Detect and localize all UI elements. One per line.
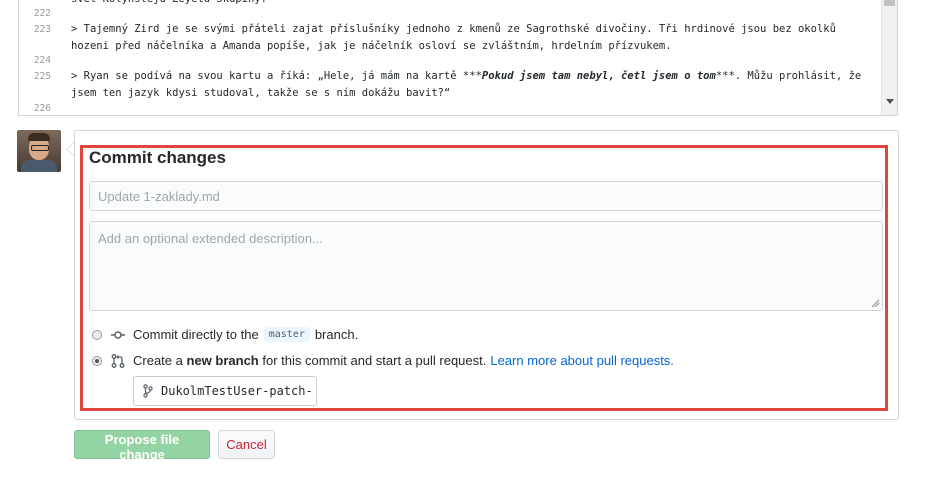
file-editor[interactable]: svět Kolynstejú Zeyelú Skupiny. 222 223 …: [18, 0, 898, 116]
propose-file-change-button[interactable]: Propose file change: [74, 430, 210, 462]
box-caret-inner: [67, 143, 74, 155]
avatar-hair: [28, 133, 50, 141]
line-text: svět Kolynstejú Zeyelú Skupiny.: [71, 0, 871, 8]
avatar-glasses: [31, 145, 49, 151]
avatar-shirt: [21, 160, 57, 172]
editor-scrollbar[interactable]: [881, 0, 897, 115]
cancel-button[interactable]: Cancel: [218, 430, 275, 459]
avatar[interactable]: [17, 130, 61, 172]
line-text-emphasis: Pokud jsem tam nebyl, četl jsem o tom: [481, 70, 716, 82]
line-number: 225: [33, 71, 51, 82]
line-text: > Tajemný Zird je se svými přáteli zajat…: [71, 23, 843, 52]
line-number: 224: [33, 55, 51, 66]
line-text: > Ryan se podívá na svou kartu a říká: „…: [71, 68, 871, 102]
scrollbar-thumb[interactable]: [884, 0, 895, 6]
line-number: 226: [33, 103, 51, 114]
highlight-annotation: [80, 145, 888, 411]
line-number: 222: [33, 8, 51, 19]
line-number: 223: [33, 24, 51, 35]
scroll-down-arrow-icon[interactable]: [886, 99, 894, 104]
line-text-part: > Ryan se podívá na svou kartu a říká: „…: [71, 70, 482, 82]
